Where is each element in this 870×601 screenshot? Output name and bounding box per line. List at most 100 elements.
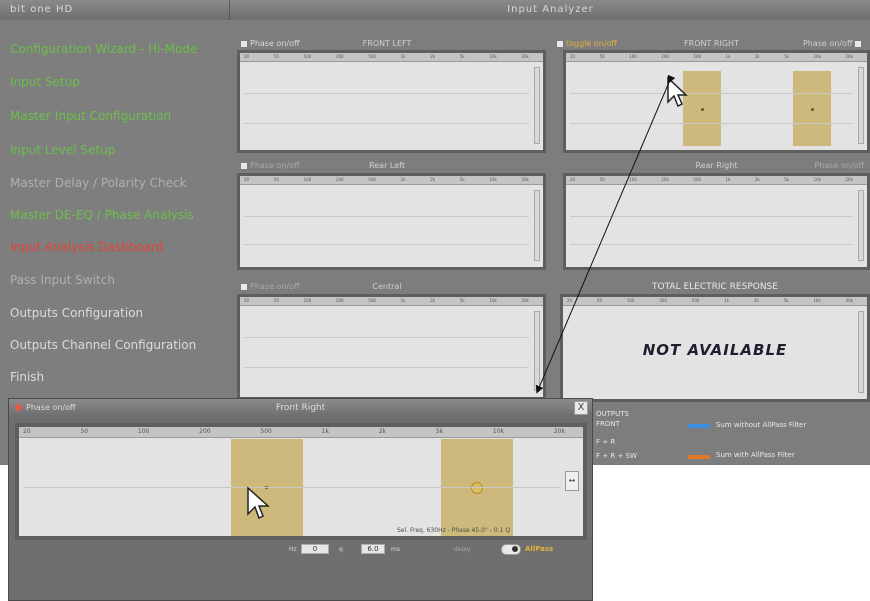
frequency-tick: 200 (335, 298, 344, 303)
zoom-button[interactable]: ↔ (565, 471, 579, 491)
frequency-ruler: 20 50 100 200 500 1k 2k 5k 10k 20k (240, 176, 543, 185)
sidebar-item-master-de-eq[interactable]: Master DE-EQ / Phase Analysis (10, 208, 194, 222)
frequency-tick: 20 (244, 177, 250, 182)
frequency-tick: 2k (430, 298, 436, 303)
legend-label-without-allpass: Sum without AllPass Filter (716, 421, 807, 429)
frequency-tick: 20k (521, 177, 529, 182)
mouse-cursor-icon (247, 486, 270, 520)
sidebar: Configuration Wizard - Hi-Mode Input Set… (0, 20, 229, 400)
frequency-tick: 1k (724, 298, 730, 303)
sidebar-item-finish[interactable]: Finish (10, 370, 44, 384)
vertical-scrollbar[interactable] (858, 311, 864, 393)
sidebar-item-master-delay[interactable]: Master Delay / Polarity Check (10, 176, 187, 190)
band-handle[interactable] (811, 108, 814, 111)
frequency-tick: 100 (303, 54, 312, 59)
frequency-tick: 500 (691, 298, 700, 303)
band-handle[interactable] (701, 108, 704, 111)
frequency-tick: 5k (784, 54, 790, 59)
panel-title: Central (372, 282, 402, 291)
legend-row-label: FRONT (596, 420, 620, 428)
sidebar-item-master-input-configuration[interactable]: Master Input Configuration (10, 109, 171, 123)
popup-graph[interactable]: 20 50 100 200 500 1k 2k 5k 10k 20k ↔ Sel. Freq. 6… (15, 423, 587, 540)
q-label: q (339, 546, 343, 553)
front-right-popup: Phase on/off Front Right X 20 50 100 200 500… (8, 398, 593, 601)
frequency-tick: 1k (400, 298, 406, 303)
sidebar-item-input-setup[interactable]: Input Setup (10, 75, 80, 89)
frequency-tick: 10k (813, 177, 822, 182)
zoom-arrow-icon (535, 74, 676, 394)
frequency-tick: 2k (754, 54, 760, 59)
hz-label: Hz (289, 546, 297, 553)
phase-label: Phase on/off (802, 39, 853, 48)
selection-info: Sel. Freq. 630Hz - Phase 45.0° - 0.1 Q (397, 527, 511, 534)
frequency-tick: 2k (753, 298, 759, 303)
frequency-tick: 20k (845, 298, 853, 303)
popup-title-bar: Phase on/off Front Right X (9, 399, 592, 417)
frequency-tick: 50 (273, 298, 279, 303)
frequency-tick: 100 (137, 428, 150, 435)
frequency-tick: 500 (368, 177, 376, 182)
front-left-graph[interactable]: 20 50 100 200 500 1k 2k 5k 10k 20k (237, 50, 546, 153)
frequency-tick: 2k (378, 428, 387, 435)
frequency-tick: 1k (725, 54, 731, 59)
frequency-tick: 500 (693, 54, 702, 59)
phase-toggle[interactable]: Phase on/off (815, 160, 865, 172)
frequency-tick: 2k (430, 54, 436, 59)
allpass-toggle[interactable] (501, 544, 521, 555)
rear-left-graph[interactable]: 20 50 100 200 500 1k 2k 5k 10k 20k (237, 173, 546, 270)
allpass-label: AllPass (525, 545, 554, 553)
q-input[interactable]: 6.0 (361, 544, 385, 554)
frequency-ruler: 20 50 100 200 500 1k 2k 5k 10k 20k (240, 53, 543, 62)
sidebar-item-input-analysis-dashboard[interactable]: Input Analysis Dashboard (10, 240, 163, 254)
frequency-tick: 500 (368, 298, 376, 303)
panel-title: Rear Left (369, 161, 405, 170)
frequency-ruler: 20 50 100 200 500 1k 2k 5k 10k 20k (19, 427, 583, 438)
screen-title: Input Analyzer (229, 0, 870, 20)
panel-title: FRONT LEFT (362, 39, 412, 48)
frequency-tick: 100 (303, 298, 312, 303)
central-graph[interactable]: 20 50 100 200 500 1k 2k 5k 10k 20k (237, 294, 546, 400)
sidebar-item-outputs-configuration[interactable]: Outputs Configuration (10, 306, 143, 320)
frequency-tick: 10k (492, 428, 505, 435)
frequency-tick: 20k (553, 428, 565, 435)
frequency-tick: 5k (459, 177, 465, 182)
frequency-tick: 20k (521, 54, 529, 59)
frequency-tick: 20 (244, 54, 250, 59)
frequency-tick: 200 (199, 428, 211, 435)
sidebar-item-configuration-wizard[interactable]: Configuration Wizard - Hi-Mode (10, 42, 197, 56)
frequency-tick: 20k (845, 177, 853, 182)
frequency-tick: 500 (368, 54, 376, 59)
frequency-tick: 200 (661, 54, 669, 59)
vertical-scrollbar[interactable] (858, 67, 864, 144)
popup-title: Front Right (275, 403, 326, 413)
vertical-scrollbar[interactable] (858, 190, 864, 261)
frequency-tick: 10k (489, 54, 497, 59)
sidebar-item-outputs-channel-configuration[interactable]: Outputs Channel Configuration (10, 338, 196, 352)
legend-swatch-without-allpass (688, 424, 710, 428)
frequency-tick: 500 (260, 428, 272, 435)
frequency-tick: 10k (489, 298, 497, 303)
frequency-tick: 100 (629, 54, 637, 59)
frequency-tick: 500 (693, 177, 702, 182)
legend-label-with-allpass: Sum with AllPass Filter (716, 451, 795, 459)
sidebar-item-input-level-setup[interactable]: Input Level Setup (10, 143, 115, 157)
legend-row-label: F + R (596, 438, 616, 446)
close-icon[interactable]: X (574, 401, 588, 415)
frequency-ruler: 20 50 100 200 500 1k 2k 5k 10k 20k (240, 297, 543, 306)
toggle-knob (512, 546, 518, 552)
phase-toggle[interactable]: Phase on/off (803, 38, 864, 50)
legend-row-label: F + R + SW (596, 452, 637, 460)
front-right-header: toggle on/off FRONT RIGHT Phase on/off (553, 38, 870, 50)
hz-input[interactable]: 0 (301, 544, 329, 554)
sidebar-item-pass-input-switch[interactable]: Pass Input Switch (10, 273, 115, 287)
band-handle-selected[interactable] (471, 482, 483, 494)
frequency-tick: 5k (783, 298, 789, 303)
frequency-tick: 20 (570, 54, 576, 59)
legend-swatch-with-allpass (688, 455, 710, 459)
central-header: Phase on/off Central (237, 281, 537, 293)
frequency-tick: 50 (273, 54, 279, 59)
frequency-tick: 5k (459, 298, 465, 303)
frequency-tick: 1k (321, 428, 329, 435)
frequency-tick: 200 (335, 177, 344, 182)
frequency-tick: 20k (521, 298, 529, 303)
